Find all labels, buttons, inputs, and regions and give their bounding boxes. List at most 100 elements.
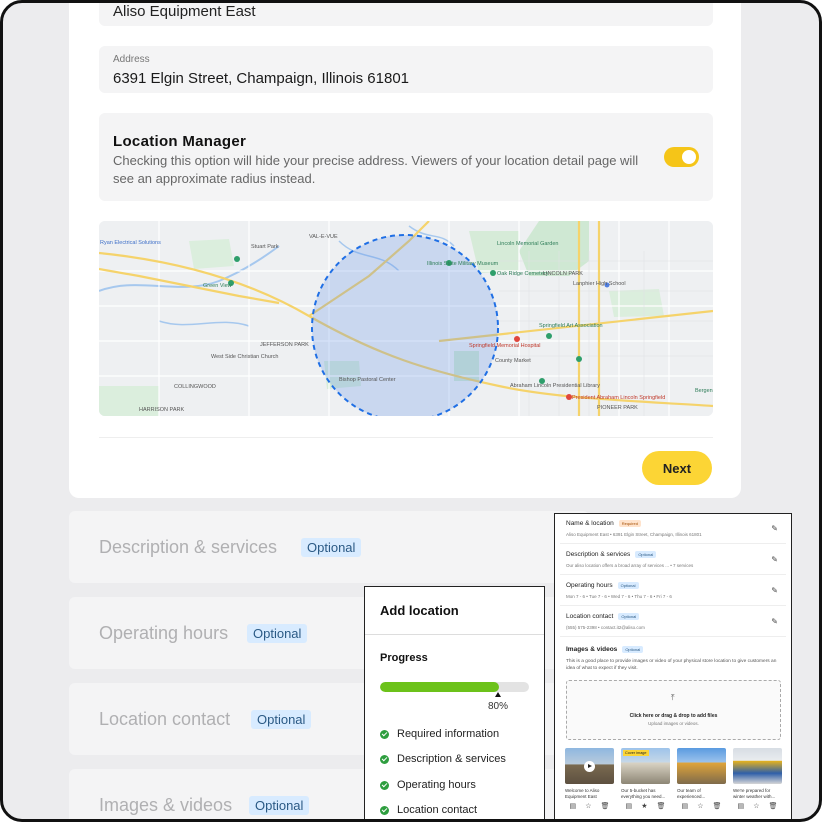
caption-icon[interactable]: ▤ (570, 802, 577, 810)
summary-row-name-location[interactable]: Name & location Required Aliso Equipment … (560, 516, 786, 544)
location-name-field[interactable]: Aliso Equipment East (99, 3, 713, 26)
thumbnail-image (677, 748, 726, 784)
media-thumbnail[interactable]: We're prepared for winter weather with..… (733, 748, 782, 810)
progress-item[interactable]: Location contact (380, 804, 477, 816)
edit-pencil-icon[interactable]: ✎ (771, 524, 778, 533)
progress-bar-fill (380, 682, 500, 692)
map-label-green-view: Green View (203, 283, 232, 289)
star-icon[interactable]: ☆ (585, 802, 591, 810)
section-title: Operating hours (99, 623, 229, 643)
optional-badge: Optional (251, 710, 312, 729)
trash-icon[interactable]: 🗑 (657, 802, 666, 810)
thumbnail-image: Cover image (621, 748, 670, 784)
progress-item[interactable]: Description & services (380, 753, 506, 765)
images-videos-title: Images & videos Optional (566, 646, 644, 653)
optional-badge: Optional (622, 646, 644, 653)
section-description-services[interactable]: Description & services Optional (69, 511, 589, 583)
map-label-memorial-hospital: Springfield Memorial Hospital (469, 343, 541, 349)
progress-item-label: Required information (397, 728, 500, 740)
progress-item-label: Location contact (397, 804, 478, 816)
progress-bar (380, 682, 529, 692)
caption-icon[interactable]: ▤ (738, 802, 745, 810)
progress-title: Progress (380, 652, 428, 664)
caption-icon[interactable]: ▤ (682, 802, 689, 810)
map-label-lanphier: Lanphier High School (573, 281, 626, 287)
row-subtitle: Aliso Equipment East • 6391 Elgin Street… (566, 532, 702, 537)
media-thumbnail[interactable]: Welcome to Aliso Equipment East ▤ ☆ 🗑 (565, 748, 614, 810)
map-label-pioneer-park: PIONEER PARK (597, 405, 638, 411)
optional-badge: Optional (301, 538, 362, 557)
check-icon (380, 805, 389, 815)
progress-item[interactable]: Required information (380, 728, 499, 740)
star-icon[interactable]: ☆ (753, 802, 759, 810)
add-location-progress-panel: Add location Progress 80% Required infor… (364, 586, 545, 819)
map-label-jefferson-park: JEFFERSON PARK (260, 342, 309, 348)
map-svg: VAL-E-VUE Ryan Electrical Solutions Stua… (99, 221, 713, 416)
row-subtitle: Mon 7 - 6 • Tue 7 - 6 • Wed 7 - 6 • Thu … (566, 594, 672, 599)
media-thumbnail[interactable]: Our team of experienced... ▤ ☆ 🗑 (677, 748, 726, 810)
map-label-lincoln-memorial: Lincoln Memorial Garden (497, 241, 558, 247)
toggle-knob (682, 150, 696, 164)
row-subtitle: Our aliso location offers a broad array … (566, 563, 694, 568)
row-title: Description & services (566, 551, 631, 559)
map-label-county-market: County Market (495, 358, 531, 364)
thumbnail-image (733, 748, 782, 784)
row-subtitle: (555) 575-2398 • contact.it2@aliso.com (566, 625, 645, 630)
optional-badge: Optional (249, 796, 310, 815)
map-label-bergen: Bergen (695, 388, 713, 394)
star-icon[interactable]: ☆ (697, 802, 703, 810)
thumbnail-caption: Our 5-bucket has everything you need... (621, 788, 666, 799)
progress-item-label: Operating hours (397, 779, 476, 791)
map-label-lincoln-park: LINCOLN PARK (543, 271, 583, 277)
trash-icon[interactable]: 🗑 (601, 802, 610, 810)
check-icon (380, 780, 389, 790)
progress-marker (495, 692, 501, 697)
address-label: Address (113, 54, 150, 65)
summary-row-contact[interactable]: Location contact Optional (555) 575-2398 … (560, 609, 786, 637)
map-label-val-e-vue: VAL-E-VUE (309, 234, 338, 240)
row-title: Name & location (566, 520, 614, 528)
cover-image-badge: Cover image (623, 750, 649, 756)
location-manager-toggle[interactable] (664, 147, 699, 167)
location-manager-title: Location Manager (113, 133, 247, 150)
star-filled-icon[interactable]: ★ (641, 802, 647, 810)
next-button[interactable]: Next (642, 451, 712, 485)
map-label-abraham-library: Abraham Lincoln Presidential Library (510, 383, 600, 389)
screen-frame: Aliso Equipment East Address 6391 Elgin … (0, 0, 822, 822)
file-drop-zone[interactable]: ⤒ Click here or drag & drop to add files… (566, 680, 781, 740)
map-label-west-side-church: West Side Christian Church (211, 354, 278, 360)
check-icon (380, 729, 389, 739)
trash-icon[interactable]: 🗑 (713, 802, 722, 810)
map-label-oak-ridge: Oak Ridge Cemetery (497, 271, 549, 277)
map-label-pastoral: Bishop Pastoral Center (339, 377, 396, 383)
summary-preview-panel: Name & location Required Aliso Equipment … (554, 513, 792, 819)
caption-icon[interactable]: ▤ (626, 802, 633, 810)
optional-badge: Optional (617, 582, 639, 589)
thumbnail-caption: We're prepared for winter weather with..… (733, 788, 776, 799)
location-map[interactable]: VAL-E-VUE Ryan Electrical Solutions Stua… (99, 221, 713, 416)
address-value: 6391 Elgin Street, Champaign, Illinois 6… (113, 70, 410, 87)
upload-icon: ⤒ (671, 693, 675, 702)
thumbnail-caption: Our team of experienced... (677, 788, 706, 799)
play-icon (584, 761, 595, 772)
summary-row-description[interactable]: Description & services Optional Our aliso… (560, 547, 786, 575)
thumbnail-caption: Welcome to Aliso Equipment East (565, 788, 600, 799)
drop-title: Click here or drag & drop to add files (629, 713, 718, 719)
address-field[interactable]: Address 6391 Elgin Street, Champaign, Il… (99, 46, 713, 93)
panel-title: Add location (365, 587, 544, 635)
row-title: Operating hours (566, 582, 613, 590)
map-label-springfield-art: Springfield Art Association (539, 323, 603, 329)
edit-pencil-icon[interactable]: ✎ (771, 555, 778, 564)
images-videos-title-text: Images & videos (566, 646, 618, 653)
summary-row-hours[interactable]: Operating hours Optional Mon 7 - 6 • Tue … (560, 578, 786, 606)
edit-pencil-icon[interactable]: ✎ (771, 586, 778, 595)
progress-item[interactable]: Operating hours (380, 779, 476, 791)
optional-badge: Optional (618, 613, 640, 620)
edit-pencil-icon[interactable]: ✎ (771, 617, 778, 626)
media-thumbnail[interactable]: Cover image Our 5-bucket has everything … (621, 748, 670, 810)
required-badge: Required (618, 520, 641, 527)
section-title: Description & services (99, 537, 278, 557)
optional-badge: Optional (635, 551, 657, 558)
optional-badge: Optional (247, 624, 308, 643)
trash-icon[interactable]: 🗑 (769, 802, 778, 810)
